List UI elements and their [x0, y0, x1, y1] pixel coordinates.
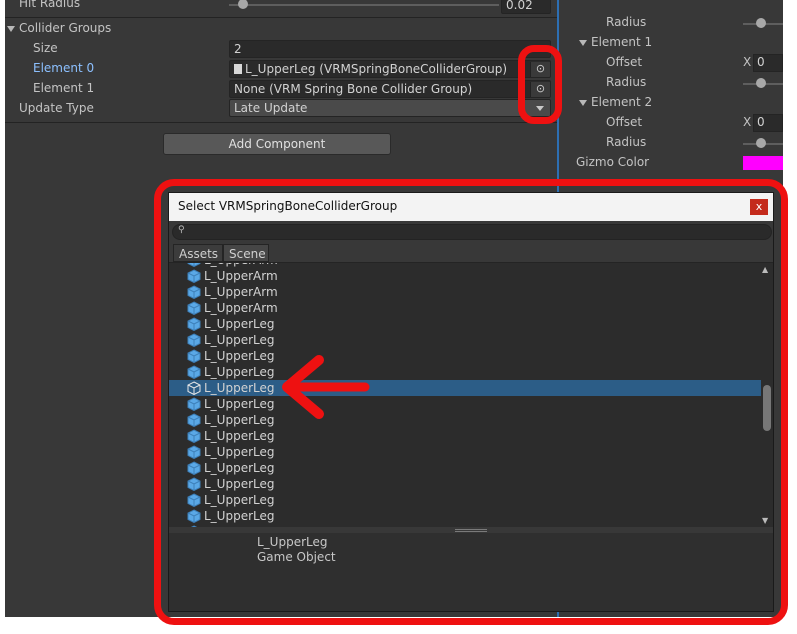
size-label: Size [33, 41, 58, 55]
element1-value: None (VRM Spring Bone Collider Group) [234, 82, 473, 96]
size-row: Size 2 [5, 39, 557, 59]
element0-object-field[interactable]: L_UpperLeg (VRMSpringBoneColliderGroup) … [229, 60, 551, 78]
collider-groups-row[interactable]: Collider Groups [5, 19, 557, 39]
element1-label: Element 1 [591, 35, 653, 49]
update-type-row: Update Type Late Update [5, 99, 557, 119]
radius-row: Radius [559, 13, 783, 33]
offset-label: Offset [606, 115, 643, 129]
collider-groups-label: Collider Groups [19, 21, 112, 35]
update-type-label: Update Type [19, 101, 94, 115]
annotation-arrow-icon [282, 355, 370, 419]
offset-row: Offset X 0 [559, 113, 783, 133]
foldout-arrow-icon[interactable] [579, 39, 587, 46]
element0-label: Element 0 [33, 61, 95, 75]
x-label: X [743, 55, 752, 69]
gizmo-color-swatch[interactable] [743, 156, 783, 170]
update-type-value: Late Update [234, 101, 308, 115]
offset-row: Offset X 0 [559, 53, 783, 73]
element2-label: Element 2 [591, 95, 653, 109]
offset-x-field[interactable]: 0 [753, 114, 783, 132]
element1-foldout[interactable]: Element 1 [579, 35, 652, 49]
foldout-arrow-icon[interactable] [579, 99, 587, 106]
element0-value: L_UpperLeg (VRMSpringBoneColliderGroup) [245, 62, 508, 76]
radius-slider-knob[interactable] [756, 138, 766, 148]
element2-foldout[interactable]: Element 2 [579, 95, 652, 109]
hit-radius-slider-knob[interactable] [238, 0, 248, 9]
gizmo-color-label: Gizmo Color [576, 155, 650, 169]
add-component-button[interactable]: Add Component [163, 133, 391, 155]
script-file-icon [234, 64, 242, 74]
radius-row: Radius [559, 133, 783, 153]
radius-label: Radius [606, 135, 647, 149]
element2-foldout-row[interactable]: Element 2 [559, 93, 783, 113]
element1-foldout-row[interactable]: Element 1 [559, 33, 783, 53]
offset-label: Offset [606, 55, 643, 69]
element1-row: Element 1 None (VRM Spring Bone Collider… [5, 79, 557, 99]
divider [5, 122, 557, 123]
hit-radius-field[interactable]: 0.02 [501, 0, 551, 14]
divider [5, 17, 557, 18]
annotation-highlight-box [154, 179, 788, 625]
collider-groups-foldout[interactable]: Collider Groups [7, 21, 111, 35]
hit-radius-label: Hit Radius [19, 0, 81, 10]
radius-label: Radius [606, 75, 647, 89]
annotation-highlight-box [518, 45, 562, 124]
radius-slider-knob[interactable] [756, 18, 766, 28]
size-field[interactable]: 2 [229, 40, 551, 58]
hit-radius-row: Hit Radius 0.02 [5, 0, 557, 14]
x-label: X [743, 115, 752, 129]
element1-label: Element 1 [33, 81, 95, 95]
hit-radius-slider[interactable] [229, 4, 499, 6]
element1-object-field[interactable]: None (VRM Spring Bone Collider Group) ⊙ [229, 80, 551, 98]
offset-x-field[interactable]: 0 [753, 54, 783, 72]
foldout-arrow-icon[interactable] [7, 25, 15, 32]
element0-row: Element 0 L_UpperLeg (VRMSpringBoneColli… [5, 59, 557, 79]
radius-slider-knob[interactable] [756, 78, 766, 88]
radius-label: Radius [606, 15, 647, 29]
update-type-dropdown[interactable]: Late Update [229, 99, 551, 117]
radius-row: Radius [559, 73, 783, 93]
